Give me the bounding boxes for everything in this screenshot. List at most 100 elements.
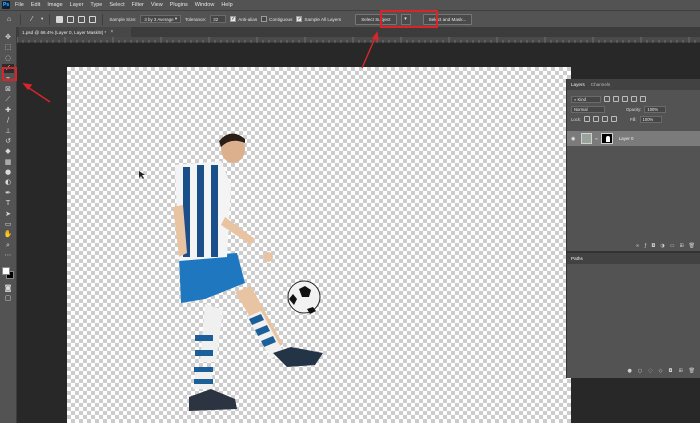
type-filter-icon[interactable] [622,96,628,102]
tab-channels[interactable]: Channels [591,82,610,87]
tab-layers[interactable]: Layers [571,82,585,87]
frame-tool-icon[interactable]: ⊠ [2,85,14,94]
tolerance-label: Tolerance: [185,16,207,22]
path-selection-tool-icon[interactable]: ➤ [2,210,14,219]
subtract-selection-mode-icon[interactable] [78,15,86,23]
arrow-to-magic-wand [25,85,51,103]
blend-mode-select[interactable]: Normal [571,105,605,113]
blur-tool-icon[interactable]: ● [2,168,14,177]
add-mask-icon[interactable]: ◘ [651,243,655,249]
ruler-ticks [17,37,696,43]
marquee-tool-icon[interactable]: ⬚ [2,43,14,52]
document-tab[interactable]: 1.psd @ 66.4% (Layer 0, Layer Mask/8) * … [19,27,131,37]
contiguous-checkbox[interactable]: Contiguous [261,16,292,22]
layer-style-icon[interactable]: ƒ [645,243,647,249]
layer-name[interactable]: Layer 0 [619,136,634,141]
layer-row[interactable]: ◉ ∞ Layer 0 [567,131,700,146]
new-path-icon[interactable]: ⊞ [678,368,682,374]
delete-path-icon[interactable]: 🗑 [689,368,695,374]
lock-pixels-icon[interactable] [584,116,591,122]
color-swatches[interactable] [1,266,15,280]
layer-filter-select[interactable]: ⌕ Kind [571,95,601,103]
new-group-icon[interactable]: ▭ [670,243,675,249]
menu-file[interactable]: File [15,2,24,8]
photoshop-logo-icon: Ps [2,1,10,9]
add-mask-icon[interactable]: ◘ [668,368,672,374]
dodge-tool-icon[interactable]: ◐ [2,178,14,187]
type-tool-icon[interactable]: T [2,199,14,208]
intersect-selection-mode-icon[interactable] [89,15,97,23]
brush-tool-icon[interactable]: ∕ [2,116,14,125]
eyedropper-tool-icon[interactable]: ⟋ [2,95,14,104]
lock-all-icon[interactable] [611,116,618,122]
layer-mask-thumbnail[interactable] [600,133,613,144]
opacity-input[interactable]: 100% [644,105,667,113]
more-tools-icon[interactable]: ⋯ [2,251,14,260]
add-selection-mode-icon[interactable] [67,15,75,23]
hand-tool-icon[interactable]: ✋ [2,230,14,239]
contiguous-label: Contiguous [269,16,293,22]
divider [20,13,21,25]
clone-stamp-tool-icon[interactable]: ⊥ [2,127,14,136]
horizontal-ruler [17,37,700,43]
history-brush-tool-icon[interactable]: ↺ [2,137,14,146]
menu-help[interactable]: Help [221,2,232,8]
healing-brush-tool-icon[interactable]: ✚ [2,106,14,115]
rectangle-tool-icon[interactable]: ▭ [2,220,14,229]
tab-paths[interactable]: Paths [571,256,583,261]
menu-layer[interactable]: Layer [70,2,84,8]
magic-wand-highlight-box [2,67,17,81]
menu-window[interactable]: Window [195,2,215,8]
adjustment-filter-icon[interactable] [613,96,619,102]
home-icon[interactable]: ⌂ [4,14,14,24]
quick-mask-icon[interactable]: ◙ [2,284,14,293]
smart-object-filter-icon[interactable] [640,96,646,102]
menu-plugins[interactable]: Plugins [170,2,188,8]
pen-tool-icon[interactable]: ✒ [2,189,14,198]
magic-wand-preset-icon[interactable]: ⁄ [27,14,37,24]
document-canvas[interactable] [67,67,571,423]
gradient-tool-icon[interactable]: ▦ [2,158,14,167]
make-work-path-icon[interactable]: ◇ [659,368,663,374]
delete-layer-icon[interactable]: 🗑 [689,243,695,249]
adjustment-layer-icon[interactable]: ◑ [660,243,664,249]
menu-view[interactable]: View [151,2,163,8]
layers-panel-footer: ∞ ƒ ◘ ◑ ▭ ⊞ 🗑 [567,241,700,251]
menu-filter[interactable]: Filter [132,2,144,8]
sample-size-select[interactable]: 3 by 3 Average ▾ [140,15,182,23]
fill-path-icon[interactable]: ● [627,368,631,374]
anti-alias-checkbox[interactable]: ✓ Anti-alias [230,16,257,22]
preset-dropdown-icon[interactable]: ▾ [41,16,43,22]
lock-label: Lock: [571,116,582,122]
sample-all-layers-checkbox[interactable]: ✓ Sample All Layers [296,16,341,22]
tolerance-input[interactable]: 32 [210,15,227,23]
arrow-head-left [22,83,33,91]
divider [49,13,51,25]
foreground-color-swatch[interactable] [2,266,10,275]
link-chain-icon[interactable]: ∞ [595,136,598,141]
link-layers-icon[interactable]: ∞ [635,243,639,249]
menu-type[interactable]: Type [90,2,102,8]
lasso-tool-icon[interactable]: ◌ [2,54,14,63]
menu-image[interactable]: Image [47,2,62,8]
stroke-path-icon[interactable]: ○ [638,368,642,374]
close-icon[interactable]: × [110,29,113,35]
zoom-tool-icon[interactable]: ⌕ [2,241,14,250]
eraser-tool-icon[interactable]: ◆ [2,147,14,156]
layer-filter-row: ⌕ Kind [567,94,700,104]
lock-position-icon[interactable] [593,116,600,122]
menu-select[interactable]: Select [109,2,124,8]
screen-mode-icon[interactable]: ▢ [2,294,14,303]
fill-input[interactable]: 100% [639,115,662,123]
new-layer-icon[interactable]: ⊞ [679,243,683,249]
menu-edit[interactable]: Edit [31,2,40,8]
move-tool-icon[interactable]: ✥ [2,33,14,42]
new-selection-mode-icon[interactable] [56,15,64,23]
lock-artboard-icon[interactable] [602,116,609,122]
visibility-eye-icon[interactable]: ◉ [571,136,578,142]
load-as-selection-icon[interactable]: ◌ [648,368,652,374]
shape-filter-icon[interactable] [631,96,637,102]
cursor-icon [139,171,145,179]
checkmark-icon: ✓ [230,15,237,22]
pixel-filter-icon[interactable] [604,96,610,102]
